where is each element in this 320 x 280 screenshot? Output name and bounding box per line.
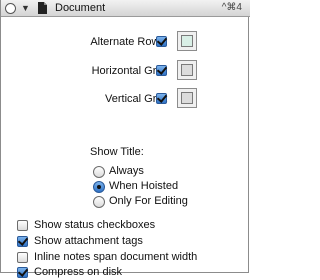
inline-notes-span-checkbox[interactable]: [17, 252, 28, 263]
checkbox-label: Show attachment tags: [34, 235, 143, 247]
inspector-title: Document: [55, 2, 106, 14]
disclosure-triangle-icon[interactable]: ▼: [21, 4, 30, 13]
color-swatch: [181, 92, 193, 104]
color-swatch: [181, 35, 193, 47]
show-attachment-tags-checkbox[interactable]: [17, 236, 28, 247]
radio-label: When Hoisted: [109, 180, 179, 192]
vertical-grid-row: Vertical Grid:: [1, 88, 250, 110]
checkbox-label: Show status checkboxes: [34, 219, 156, 231]
horizontal-grid-row: Horizontal Grid:: [1, 60, 250, 82]
horizontal-grid-checkbox[interactable]: [156, 65, 167, 76]
document-inspector-panel: ▼ Document ^⌘4 Alternate Rows: Horizonta…: [0, 0, 250, 278]
compress-on-disk-checkbox[interactable]: [17, 267, 28, 278]
document-icon: [38, 2, 47, 14]
checkbox-label: Inline notes span document width: [34, 251, 198, 263]
close-circle-icon[interactable]: [5, 3, 16, 14]
alternate-rows-checkbox[interactable]: [156, 36, 167, 47]
show-title-label: Show Title:: [90, 146, 144, 158]
alternate-rows-row: Alternate Rows:: [1, 31, 250, 53]
keyboard-shortcut: ^⌘4: [221, 2, 242, 13]
radio-label: Always: [109, 165, 144, 177]
checkbox-label: Compress on disk: [34, 266, 123, 278]
vertical-grid-color-well[interactable]: [177, 88, 197, 108]
radio-button[interactable]: [93, 181, 105, 193]
vertical-grid-checkbox[interactable]: [156, 93, 167, 104]
radio-button[interactable]: [93, 196, 105, 208]
inspector-header[interactable]: ▼ Document ^⌘4: [1, 0, 250, 17]
show-status-checkboxes-checkbox[interactable]: [17, 220, 28, 231]
horizontal-grid-color-well[interactable]: [177, 60, 197, 80]
radio-button[interactable]: [93, 166, 105, 178]
alternate-rows-color-well[interactable]: [177, 31, 197, 51]
radio-label: Only For Editing: [109, 195, 188, 207]
color-swatch: [181, 64, 193, 76]
